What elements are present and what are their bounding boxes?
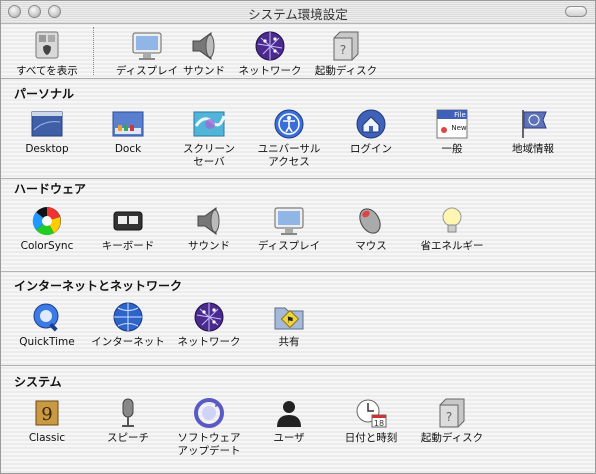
section-divider [1, 271, 595, 272]
pref-general[interactable]: File New 一般 [406, 108, 498, 156]
section-title-hardware: ハードウェア [14, 182, 87, 196]
desktop-icon [30, 108, 64, 140]
section-divider [1, 178, 595, 179]
network-globe-icon [192, 301, 226, 333]
pref-network[interactable]: ネットワーク [163, 301, 255, 349]
clock-calendar-icon: 18 [354, 397, 388, 429]
internet-icon [111, 301, 145, 333]
keyboard-icon [111, 205, 145, 237]
pref-users[interactable]: ユーザ [243, 397, 335, 445]
section-title-personal: パーソナル [14, 87, 75, 101]
software-update-icon [192, 397, 226, 429]
pref-quicktime-label: QuickTime [19, 336, 75, 348]
pref-international-label: 地域情報 [512, 143, 554, 155]
pref-internet-label: インターネット [91, 336, 165, 348]
title-bar[interactable]: システム環境設定 [1, 1, 595, 24]
hard-disk-icon: ? [329, 30, 363, 62]
pref-date-time-label: 日付と時刻 [344, 432, 398, 444]
svg-text:18: 18 [374, 419, 384, 428]
dock-icon [111, 108, 145, 140]
pref-speech-label: スピーチ [107, 432, 149, 444]
pref-network-label: ネットワーク [177, 336, 241, 348]
colorsync-icon [30, 205, 64, 237]
section-title-system: システム [14, 375, 62, 389]
svg-text:9: 9 [41, 404, 52, 425]
pref-startup-disk[interactable]: ? 起動ディスク [406, 397, 498, 445]
pref-screen-saver-label: スクリーン セーバ [183, 143, 235, 168]
section-divider [1, 365, 595, 366]
hard-disk-icon: ? [435, 397, 469, 429]
toolbar-show-all-label: すべてを表示 [16, 65, 78, 77]
pref-energy-saver[interactable]: 省エネルギー [406, 205, 498, 253]
display-icon [272, 205, 306, 237]
pref-displays[interactable]: ディスプレイ [243, 205, 335, 253]
pref-colorsync[interactable]: ColorSync [1, 205, 93, 253]
svg-text:?: ? [340, 43, 346, 57]
svg-text:?: ? [446, 410, 452, 424]
sharing-folder-icon: ⚑ [272, 301, 306, 333]
network-globe-icon [253, 30, 287, 62]
flag-globe-icon [516, 108, 550, 140]
login-house-icon [354, 108, 388, 140]
svg-text:File: File [454, 111, 466, 119]
section-title-internet-network: インターネットとネットワーク [14, 279, 183, 293]
pref-classic-label: Classic [28, 432, 66, 444]
pref-date-time[interactable]: 18 日付と時刻 [325, 397, 417, 445]
pref-sound[interactable]: サウンド [163, 205, 255, 253]
pref-universal-access-label: ユニバーサル アクセス [257, 143, 321, 168]
pref-desktop[interactable]: Desktop [1, 108, 93, 156]
pref-sound-label: サウンド [188, 240, 230, 252]
user-silhouette-icon [272, 397, 306, 429]
pref-software-update[interactable]: ソフトウェア アップデート [163, 397, 255, 458]
pref-sharing-label: 共有 [278, 336, 300, 348]
pref-sharing[interactable]: ⚑ 共有 [243, 301, 335, 349]
toolbar-startup-disk-label: 起動ディスク [314, 65, 378, 77]
pref-dock-label: Dock [114, 143, 142, 155]
pref-general-label: 一般 [441, 143, 463, 155]
general-file-new-icon: File New [435, 108, 469, 140]
pref-mouse[interactable]: マウス [325, 205, 417, 253]
pref-screen-saver[interactable]: スクリーン セーバ [163, 108, 255, 169]
speaker-icon [187, 30, 221, 62]
mouse-icon [354, 205, 388, 237]
toolbar-divider [93, 27, 94, 75]
svg-text:New: New [451, 124, 467, 132]
window-title: システム環境設定 [248, 7, 348, 22]
pref-universal-access[interactable]: ユニバーサル アクセス [243, 108, 335, 169]
pref-keyboard-label: キーボード [101, 240, 155, 252]
system-preferences-window: システム環境設定 パーソナル ハードウェア インターネットとネットワーク システ… [0, 0, 596, 474]
toolbar-show-all[interactable]: すべてを表示 [1, 30, 93, 78]
pref-classic[interactable]: 9 Classic [1, 397, 93, 445]
pref-international[interactable]: 地域情報 [487, 108, 579, 156]
pref-colorsync-label: ColorSync [20, 240, 74, 252]
pref-quicktime[interactable]: QuickTime [1, 301, 93, 349]
quicktime-icon [30, 301, 64, 333]
pref-users-label: ユーザ [273, 432, 305, 444]
toolbar-toggle-button[interactable] [565, 6, 587, 17]
pref-displays-label: ディスプレイ [257, 240, 321, 252]
pref-speech[interactable]: スピーチ [82, 397, 174, 445]
pref-keyboard[interactable]: キーボード [82, 205, 174, 253]
speaker-icon [192, 205, 226, 237]
lightbulb-icon [435, 205, 469, 237]
classic-icon: 9 [30, 397, 64, 429]
pref-login[interactable]: ログイン [325, 108, 417, 156]
show-all-icon [30, 30, 64, 62]
pref-software-update-label: ソフトウェア アップデート [177, 432, 241, 457]
svg-text:⚑: ⚑ [286, 316, 294, 326]
toolbar-startup-disk[interactable]: ? 起動ディスク [300, 30, 392, 78]
universal-access-icon [272, 108, 306, 140]
pref-mouse-label: マウス [355, 240, 387, 252]
pref-dock[interactable]: Dock [82, 108, 174, 156]
pref-desktop-label: Desktop [25, 143, 69, 155]
pref-login-label: ログイン [350, 143, 392, 155]
screensaver-icon [192, 108, 226, 140]
pref-startup-disk-label: 起動ディスク [420, 432, 484, 444]
pref-energy-saver-label: 省エネルギー [420, 240, 484, 252]
microphone-icon [111, 397, 145, 429]
pref-internet[interactable]: インターネット [82, 301, 174, 349]
